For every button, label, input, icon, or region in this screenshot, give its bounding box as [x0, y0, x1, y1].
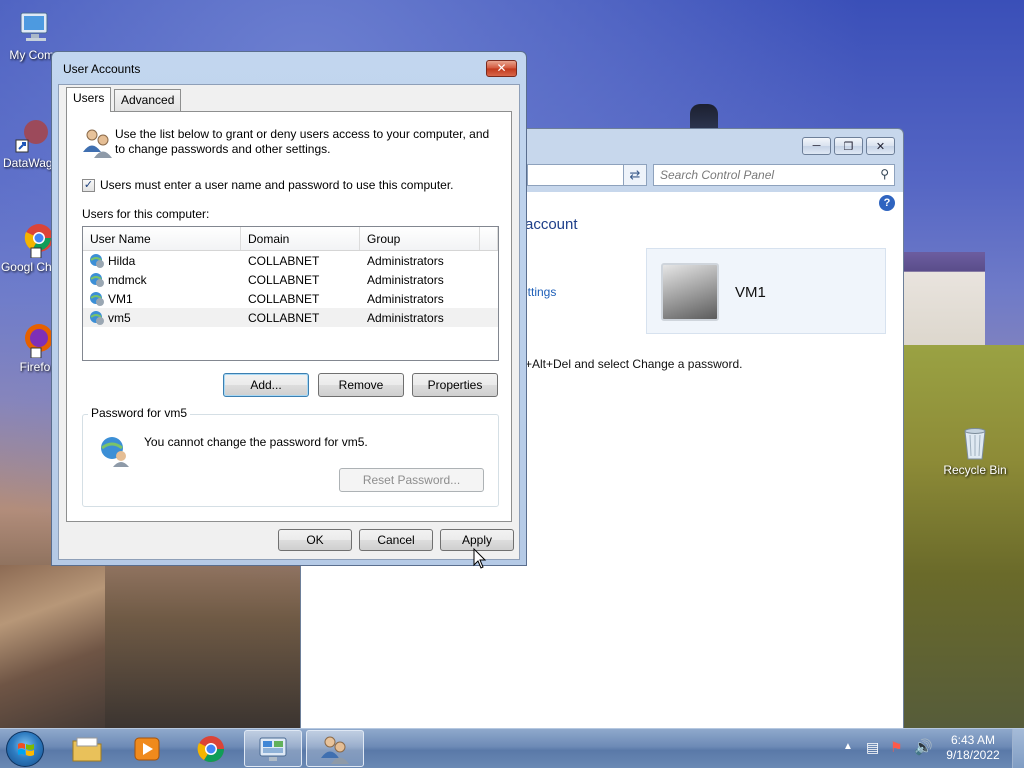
column-header-group[interactable]: Group — [360, 227, 480, 250]
user-group: Administrators — [367, 291, 444, 306]
user-name: VM1 — [108, 291, 133, 306]
start-button[interactable] — [6, 731, 44, 767]
require-login-label: Users must enter a user name and passwor… — [100, 178, 454, 192]
change-password-hint: +Alt+Del and select Change a password. — [525, 357, 743, 371]
user-name: mdmck — [108, 272, 147, 287]
action-center-icon[interactable]: ⚑ — [890, 739, 903, 756]
user-card: VM1 — [646, 248, 886, 334]
table-row[interactable]: Hilda COLLABNET Administrators — [83, 251, 498, 270]
network-icon[interactable]: ▤ — [866, 739, 879, 756]
users-list[interactable]: User Name Domain Group Hilda COLLABNET A… — [82, 226, 499, 361]
lighthouse-top — [690, 104, 718, 130]
show-desktop-button[interactable] — [1012, 729, 1024, 768]
user-name: Hilda — [108, 253, 136, 268]
computer-icon — [20, 12, 48, 41]
close-button[interactable]: ✕ — [866, 137, 895, 155]
table-row[interactable]: VM1 COLLABNET Administrators — [83, 289, 498, 308]
password-group: Password for vm5 You cannot change the p… — [82, 406, 499, 507]
user-domain: COLLABNET — [248, 291, 320, 306]
cancel-button[interactable]: Cancel — [359, 529, 433, 551]
user-globe-icon — [90, 291, 104, 306]
user-globe-icon — [90, 253, 104, 268]
reset-password-button[interactable]: Reset Password... — [339, 468, 484, 492]
tab-users[interactable]: Users — [66, 87, 112, 112]
users-tab-panel: Use the list below to grant or deny user… — [66, 111, 512, 522]
require-login-checkbox[interactable]: ✓ — [82, 178, 95, 192]
properties-button[interactable]: Properties — [412, 373, 498, 397]
remove-user-button[interactable]: Remove — [318, 373, 404, 397]
user-globe-icon — [90, 272, 104, 287]
column-header-spacer — [480, 227, 498, 250]
tab-advanced[interactable]: Advanced — [114, 89, 182, 111]
user-group: Administrators — [367, 253, 444, 268]
chrome-icon — [197, 735, 225, 762]
firefox-icon — [25, 324, 53, 358]
password-message: You cannot change the password for vm5. — [144, 435, 368, 449]
require-login-row[interactable]: ✓ Users must enter a user name and passw… — [82, 178, 454, 192]
taskbar-explorer-button[interactable] — [58, 730, 116, 767]
users-icon — [83, 129, 112, 158]
users-list-label: Users for this computer: — [82, 207, 210, 221]
column-header-user-name[interactable]: User Name — [83, 227, 241, 250]
folder-icon — [72, 737, 102, 761]
add-user-button[interactable]: Add... — [223, 373, 309, 397]
ok-button[interactable]: OK — [278, 529, 352, 551]
taskbar-chrome-button[interactable] — [182, 730, 240, 767]
taskbar-control-panel-button[interactable] — [244, 730, 302, 767]
search-placeholder: Search Control Panel — [660, 168, 775, 182]
minimize-icon: ─ — [812, 140, 821, 152]
user-domain: COLLABNET — [248, 272, 320, 287]
system-clock[interactable]: 6:43 AM 9/18/2022 — [940, 733, 1006, 763]
taskbar: ▲ ▤ ⚑ 🔊 6:43 AM 9/18/2022 — [0, 728, 1024, 768]
volume-icon[interactable]: 🔊 — [914, 738, 933, 756]
clock-time: 6:43 AM — [950, 733, 996, 747]
help-icon[interactable]: ? — [879, 195, 895, 211]
taskbar-user-accounts-button[interactable] — [306, 730, 364, 767]
dialog-title: User Accounts — [63, 62, 141, 76]
users-icon — [321, 736, 349, 764]
refresh-icon: ⇄ — [629, 167, 641, 182]
show-hidden-icons-button[interactable]: ▲ — [843, 741, 853, 752]
user-domain: COLLABNET — [248, 310, 320, 325]
user-group: Administrators — [367, 272, 444, 287]
refresh-button[interactable]: ⇄ — [623, 164, 647, 186]
search-input[interactable]: Search Control Panel ⚲ — [653, 164, 895, 186]
datawag-icon — [15, 120, 48, 153]
user-globe-icon — [101, 437, 129, 467]
chrome-icon — [24, 224, 53, 258]
close-icon: ✕ — [496, 61, 507, 75]
column-header-domain[interactable]: Domain — [241, 227, 360, 250]
restore-icon: ❐ — [843, 140, 854, 153]
user-domain: COLLABNET — [248, 253, 320, 268]
clock-date: 9/18/2022 — [946, 748, 1000, 762]
minimize-button[interactable]: ─ — [802, 137, 831, 155]
user-globe-icon — [90, 310, 104, 325]
user-name: vm5 — [108, 310, 131, 325]
recycle-bin-icon — [964, 428, 986, 460]
field-scenery — [903, 345, 1024, 728]
maximize-button[interactable]: ❐ — [834, 137, 863, 155]
list-header: User Name Domain Group — [83, 227, 498, 251]
user-card-name: VM1 — [735, 284, 766, 301]
table-row[interactable]: mdmck COLLABNET Administrators — [83, 270, 498, 289]
taskbar-media-player-button[interactable] — [118, 730, 176, 767]
intro-text: Use the list below to grant or deny user… — [115, 127, 490, 156]
mouse-cursor-icon — [473, 548, 487, 569]
user-accounts-dialog[interactable]: User Accounts ✕ Users Advanced Use the l… — [51, 51, 527, 566]
desktop-icon-recycle-bin[interactable]: Recycle Bin — [940, 425, 1010, 477]
page-heading: account — [525, 216, 578, 233]
table-row-selected[interactable]: vm5 COLLABNET Administrators — [83, 308, 498, 327]
user-picture — [661, 263, 719, 321]
media-player-icon — [134, 737, 160, 760]
search-icon[interactable]: ⚲ — [880, 167, 889, 181]
close-icon: ✕ — [875, 140, 886, 153]
dialog-close-button[interactable]: ✕ — [486, 60, 517, 77]
house-scenery — [903, 252, 985, 348]
password-group-label: Password for vm5 — [88, 406, 191, 420]
dialog-body: Users Advanced Use the list below to gra… — [58, 84, 520, 560]
user-group: Administrators — [367, 310, 444, 325]
control-panel-icon — [259, 737, 287, 761]
windows-logo-icon — [18, 743, 34, 756]
rocks-scenery — [0, 565, 105, 728]
